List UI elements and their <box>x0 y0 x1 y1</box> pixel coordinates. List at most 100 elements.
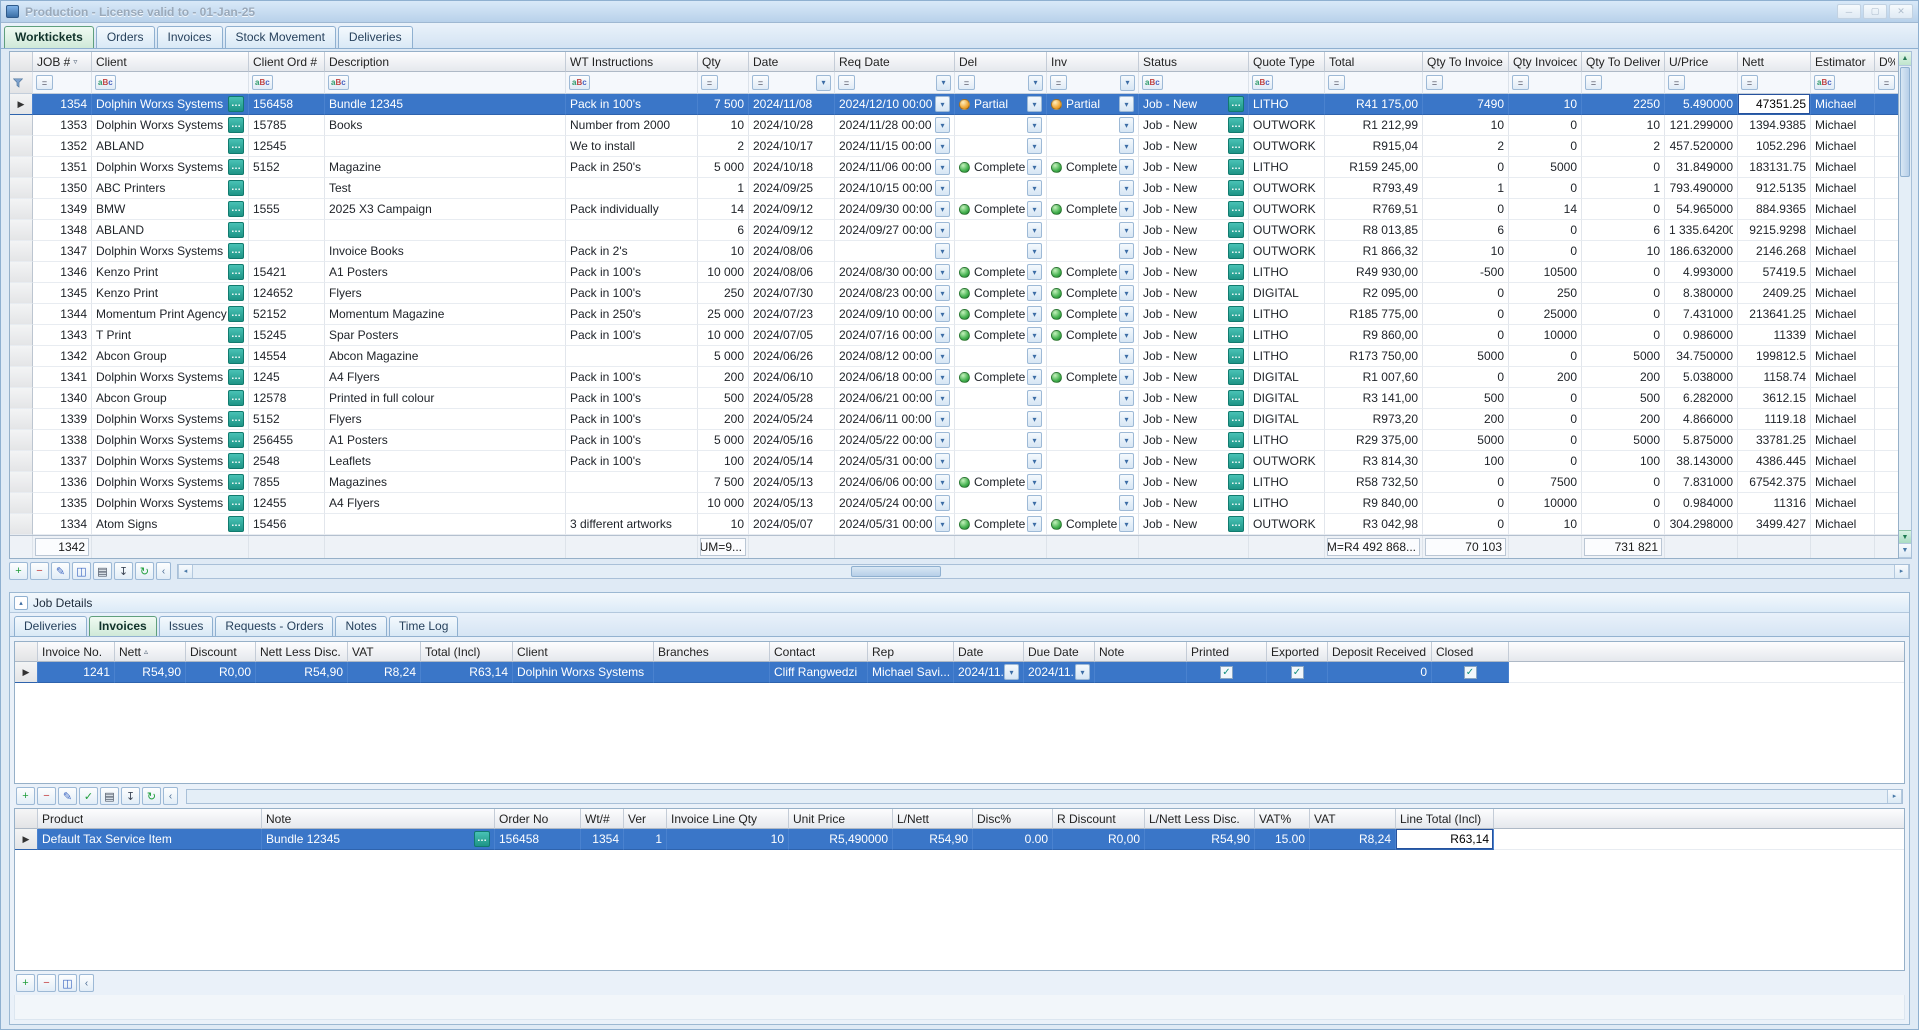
wt-filter-quote_type[interactable]: aBc <box>1249 72 1325 94</box>
ellipsis-button[interactable]: … <box>1228 201 1244 217</box>
wt-cell-estimator[interactable]: Michael <box>1811 262 1875 283</box>
wt-filter-qty_invoiced[interactable]: = <box>1509 72 1582 94</box>
wt-filter-total[interactable]: = <box>1325 72 1423 94</box>
date-dropdown-button[interactable]: ▾ <box>935 411 950 427</box>
wt-cell-del[interactable]: Partial▾ <box>955 94 1047 115</box>
date-dropdown-button[interactable]: ▾ <box>935 390 950 406</box>
wt-cell-inv[interactable]: ▾ <box>1047 451 1139 472</box>
wt-cell-wt_instructions[interactable] <box>566 493 698 514</box>
wt-cell-job[interactable]: 1347 <box>33 241 92 262</box>
filter-abc-button[interactable]: aBc <box>1142 75 1163 90</box>
wt-row-1341[interactable]: 1341Dolphin Worxs Systems…1245A4 FlyersP… <box>10 367 1898 388</box>
wt-cell-inv[interactable]: ▾ <box>1047 115 1139 136</box>
invoice-cell-invoice_no[interactable]: 1241 <box>38 662 115 683</box>
wt-column-header-wt_instructions[interactable]: WT Instructions <box>566 52 698 72</box>
wt-row-1347[interactable]: 1347Dolphin Worxs Systems…Invoice BooksP… <box>10 241 1898 262</box>
row-indicator[interactable] <box>10 514 33 535</box>
wt-cell-description[interactable]: Magazine <box>325 157 566 178</box>
status-dropdown-button[interactable]: ▾ <box>1027 201 1042 217</box>
wt-cell-status[interactable]: Job - New… <box>1139 94 1249 115</box>
line-cell-l_nett[interactable]: R54,90 <box>893 829 973 850</box>
row-indicator[interactable] <box>10 367 33 388</box>
main-tab-stock-movement[interactable]: Stock Movement <box>225 26 336 48</box>
wt-cell-qty_invoiced[interactable]: 5000 <box>1509 157 1582 178</box>
row-indicator[interactable] <box>10 493 33 514</box>
wt-cell-total[interactable]: R973,20 <box>1325 409 1423 430</box>
wt-cell-estimator[interactable]: Michael <box>1811 430 1875 451</box>
wt-cell-qty_to_deliver[interactable]: 0 <box>1582 199 1665 220</box>
wt-cell-req_date[interactable]: 2024/09/30 00:00▾ <box>835 199 955 220</box>
wt-cell-req_date[interactable]: 2024/05/22 00:00▾ <box>835 430 955 451</box>
wt-cell-req_date[interactable]: 2024/08/30 00:00▾ <box>835 262 955 283</box>
wt-cell-client[interactable]: Abcon Group… <box>92 346 249 367</box>
wt-cell-qty_to_deliver[interactable]: 5000 <box>1582 430 1665 451</box>
wt-cell-qty_invoiced[interactable]: 10 <box>1509 514 1582 535</box>
invoice-column-header-rep[interactable]: Rep <box>868 642 954 662</box>
wt-cell-qty_to_invoice[interactable]: 5000 <box>1423 430 1509 451</box>
wt-cell-qty_to_deliver[interactable]: 10 <box>1582 241 1665 262</box>
row-indicator[interactable] <box>10 346 33 367</box>
wt-cell-req_date[interactable]: 2024/09/10 00:00▾ <box>835 304 955 325</box>
status-dropdown-button[interactable]: ▾ <box>1027 474 1042 490</box>
wt-cell-u_price[interactable]: 4.866000 <box>1665 409 1738 430</box>
maximize-button[interactable]: ▢ <box>1863 4 1887 19</box>
wt-filter-qty[interactable]: = <box>698 72 749 94</box>
wt-cell-client[interactable]: Dolphin Worxs Systems… <box>92 493 249 514</box>
wt-cell-del[interactable]: ▾ <box>955 409 1047 430</box>
wt-cell-qty[interactable]: 10 <box>698 241 749 262</box>
status-dropdown-button[interactable]: ▾ <box>1119 96 1134 112</box>
detail-tab-notes[interactable]: Notes <box>335 616 386 636</box>
wt-cell-nett[interactable]: 11339 <box>1738 325 1811 346</box>
wt-cell-job[interactable]: 1344 <box>33 304 92 325</box>
wt-cell-client[interactable]: Dolphin Worxs Systems… <box>92 157 249 178</box>
date-dropdown-button[interactable]: ▾ <box>935 138 950 154</box>
wt-cell-qty_to_invoice[interactable]: 7490 <box>1423 94 1509 115</box>
row-indicator[interactable]: ▶ <box>15 829 38 850</box>
wt-cell-description[interactable]: Flyers <box>325 283 566 304</box>
wt-cell-description[interactable] <box>325 514 566 535</box>
invoice-cell-printed[interactable]: ✓ <box>1187 662 1267 683</box>
wt-cell-inv[interactable]: Complete▾ <box>1047 283 1139 304</box>
line-column-header-note[interactable]: Note <box>262 809 495 829</box>
wt-cell-qty_to_deliver[interactable]: 0 <box>1582 283 1665 304</box>
wt-cell-qty_to_invoice[interactable]: 0 <box>1423 283 1509 304</box>
wt-cell-qty[interactable]: 200 <box>698 409 749 430</box>
invoice-column-header-total_incl[interactable]: Total (Incl) <box>421 642 513 662</box>
date-dropdown-button[interactable]: ▾ <box>935 201 950 217</box>
wt-cell-quote_type[interactable]: DIGITAL <box>1249 409 1325 430</box>
wt-cell-estimator[interactable]: Michael <box>1811 304 1875 325</box>
ellipsis-button[interactable]: … <box>228 159 244 175</box>
wt-cell-date[interactable]: 2024/06/10 <box>749 367 835 388</box>
status-dropdown-button[interactable]: ▾ <box>1119 369 1134 385</box>
row-indicator[interactable] <box>10 451 33 472</box>
wt-cell-del[interactable]: ▾ <box>955 178 1047 199</box>
wt-cell-d_pct[interactable] <box>1875 451 1899 472</box>
wt-cell-qty_invoiced[interactable]: 10 <box>1509 94 1582 115</box>
status-dropdown-button[interactable]: ▾ <box>1119 201 1134 217</box>
ellipsis-button[interactable]: … <box>1228 348 1244 364</box>
wt-cell-inv[interactable]: ▾ <box>1047 388 1139 409</box>
wt-cell-total[interactable]: R8 013,85 <box>1325 220 1423 241</box>
date-dropdown-button[interactable]: ▾ <box>1004 664 1019 680</box>
wt-cell-inv[interactable]: Complete▾ <box>1047 199 1139 220</box>
wt-column-header-estimator[interactable]: Estimator <box>1811 52 1875 72</box>
wt-cell-total[interactable]: R9 860,00 <box>1325 325 1423 346</box>
filter-abc-button[interactable]: aBc <box>95 75 116 90</box>
wt-cell-quote_type[interactable]: OUTWORK <box>1249 115 1325 136</box>
wt-cell-nett[interactable]: 1119.18 <box>1738 409 1811 430</box>
invoice-cell-deposit_received[interactable]: 0 <box>1328 662 1432 683</box>
wt-cell-nett[interactable]: 4386.445 <box>1738 451 1811 472</box>
wt-row-1349[interactable]: 1349BMW…15552025 X3 CampaignPack individ… <box>10 199 1898 220</box>
wt-cell-qty[interactable]: 7 500 <box>698 94 749 115</box>
wt-cell-del[interactable]: ▾ <box>955 136 1047 157</box>
wt-cell-date[interactable]: 2024/05/13 <box>749 472 835 493</box>
invoice-column-header-exported[interactable]: Exported <box>1267 642 1328 662</box>
date-dropdown-button[interactable]: ▾ <box>935 474 950 490</box>
wt-cell-job[interactable]: 1354 <box>33 94 92 115</box>
wt-cell-qty_to_deliver[interactable]: 0 <box>1582 514 1665 535</box>
status-dropdown-button[interactable]: ▾ <box>1119 453 1134 469</box>
wt-cell-wt_instructions[interactable]: Pack in 2's <box>566 241 698 262</box>
wt-row-1350[interactable]: 1350ABC Printers…Test12024/09/252024/10/… <box>10 178 1898 199</box>
wt-cell-client[interactable]: Kenzo Print… <box>92 283 249 304</box>
wt-cell-inv[interactable]: ▾ <box>1047 346 1139 367</box>
